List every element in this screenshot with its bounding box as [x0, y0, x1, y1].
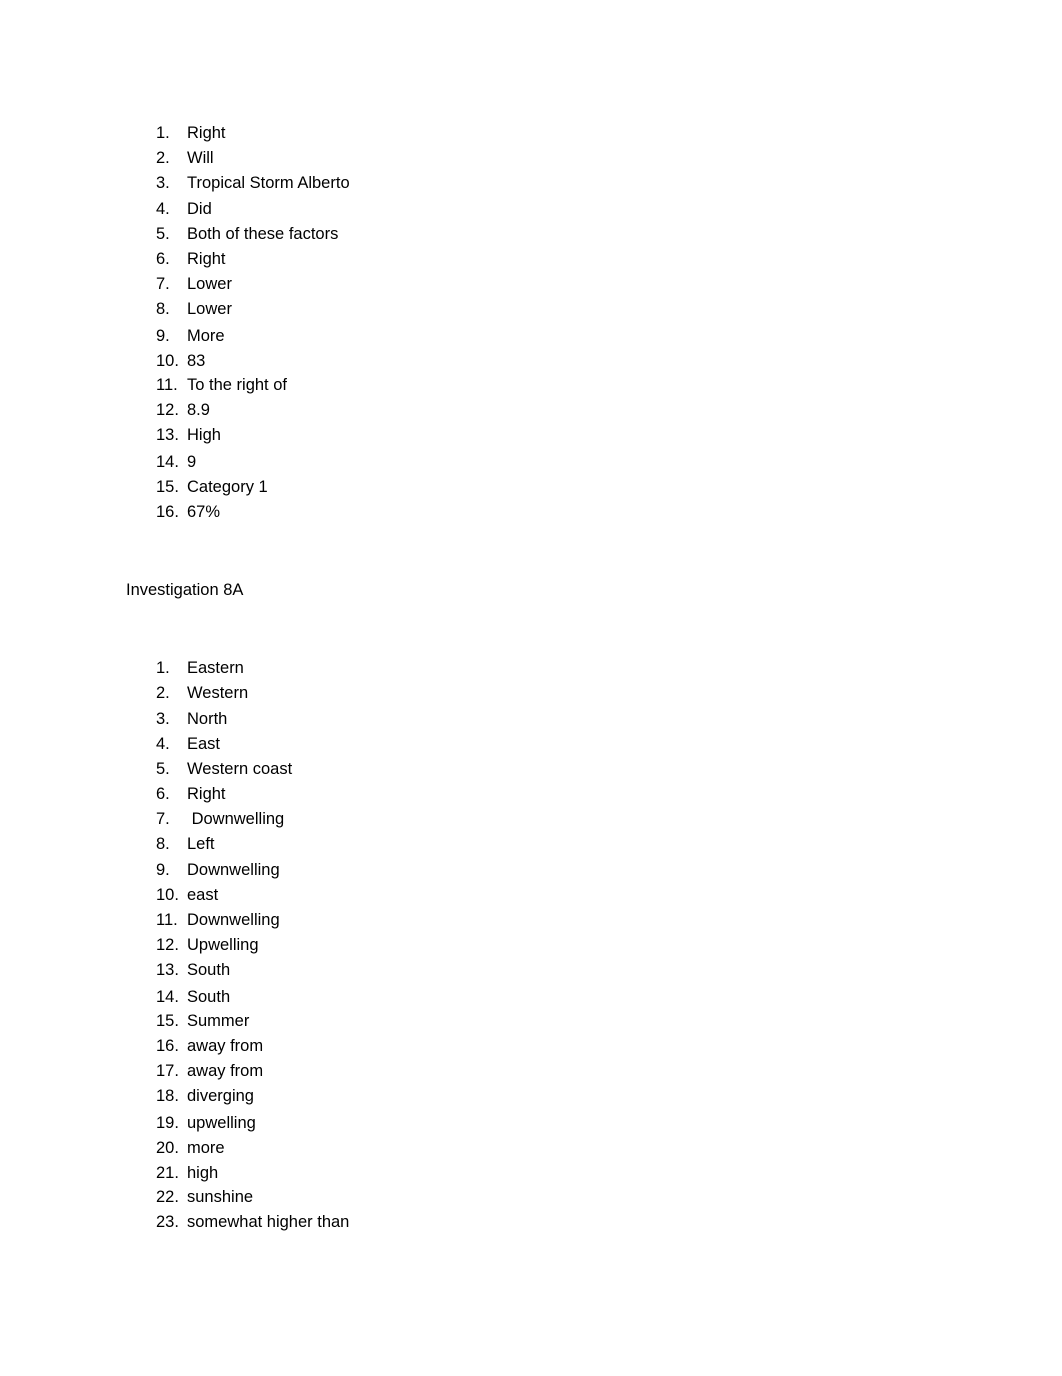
list-item-number: 3. [156, 710, 170, 728]
list-item-answer: Both of these factors [187, 225, 339, 243]
list-item-answer: 8.9 [187, 401, 210, 419]
section-heading: Investigation 8A [126, 581, 244, 599]
list-item-answer: Lower [187, 275, 232, 293]
list-item-answer: Tropical Storm Alberto [187, 174, 350, 192]
list-item-number: 2. [156, 684, 170, 702]
list-item-number: 6. [156, 785, 170, 803]
list-item-number: 15. [156, 478, 179, 496]
list-item-answer: Right [187, 250, 226, 268]
list-item-number: 7. [156, 275, 170, 293]
list-item-number: 16. [156, 1037, 179, 1055]
list-item-number: 23. [156, 1213, 179, 1231]
list-item-answer: upwelling [187, 1114, 256, 1132]
list-item-number: 1. [156, 124, 170, 142]
list-item-answer: Lower [187, 300, 232, 318]
list-item-answer: more [187, 1139, 225, 1157]
list-item-number: 5. [156, 760, 170, 778]
list-item-number: 4. [156, 200, 170, 218]
list-item-number: 8. [156, 300, 170, 318]
list-item-answer: east [187, 886, 219, 904]
list-item-answer: More [187, 327, 225, 345]
list-item-number: 18. [156, 1087, 179, 1105]
list-item-answer: Upwelling [187, 936, 259, 954]
list-item-number: 10. [156, 886, 179, 904]
list-item-answer: South [187, 961, 231, 979]
list-item-number: 4. [156, 735, 170, 753]
list-item-answer: Western coast [187, 760, 293, 778]
list-item-number: 8. [156, 835, 170, 853]
list-item-number: 2. [156, 149, 170, 167]
list-item-number: 14. [156, 988, 179, 1006]
list-item-number: 15. [156, 1012, 179, 1030]
list-item-answer: South [187, 988, 231, 1006]
list-item-answer: away from [187, 1062, 264, 1080]
list-item-answer: To the right of [187, 376, 287, 394]
list-item-answer: 83 [187, 352, 206, 370]
list-item-answer: diverging [187, 1087, 254, 1105]
list-item-answer: 9 [187, 453, 197, 471]
list-item-number: 1. [156, 659, 170, 677]
list-item-number: 22. [156, 1188, 179, 1206]
list-item-answer: Downwelling [187, 810, 285, 828]
list-item-number: 16. [156, 503, 179, 521]
list-item-number: 12. [156, 401, 179, 419]
list-item-number: 5. [156, 225, 170, 243]
document-page: 1. Right 2. Will 3. Tropical Storm Alberto 4. D… [0, 0, 1062, 1376]
list-item-number: 9. [156, 861, 170, 879]
list-item-number: 11. [156, 376, 178, 394]
list-item-number: 11. [156, 911, 178, 929]
list-item-answer: Right [187, 785, 226, 803]
list-item-number: 3. [156, 174, 170, 192]
list-item-answer: Western [187, 684, 249, 702]
list-item-number: 13. [156, 961, 179, 979]
list-item-answer: Will [187, 149, 214, 167]
list-item-number: 13. [156, 426, 179, 444]
list-item-number: 12. [156, 936, 179, 954]
list-item-answer: high [187, 1164, 219, 1182]
list-item-number: 14. [156, 453, 179, 471]
list-item-answer: Summer [187, 1012, 250, 1030]
list-item-answer: North [187, 710, 228, 728]
list-item-answer: Did [187, 200, 212, 218]
list-item-number: 6. [156, 250, 170, 268]
list-item-number: 20. [156, 1139, 179, 1157]
list-item-number: 17. [156, 1062, 179, 1080]
list-item-answer: 67% [187, 503, 221, 521]
list-item-number: 10. [156, 352, 179, 370]
list-item-answer: Downwelling [187, 861, 280, 879]
list-item-answer: Left [187, 835, 215, 853]
list-item-answer: Category 1 [187, 478, 268, 496]
list-item-answer: High [187, 426, 221, 444]
list-item-number: 9. [156, 327, 170, 345]
list-item-answer: away from [187, 1037, 264, 1055]
list-item-answer: somewhat higher than [187, 1213, 350, 1231]
list-item-answer: Downwelling [187, 911, 280, 929]
list-item-answer: Eastern [187, 659, 244, 677]
list-item-answer: Right [187, 124, 226, 142]
list-item-answer: East [187, 735, 221, 753]
list-item-number: 19. [156, 1114, 179, 1132]
list-item-number: 21. [156, 1164, 179, 1182]
list-item-answer: sunshine [187, 1188, 254, 1206]
list-item-number: 7. [156, 810, 170, 828]
